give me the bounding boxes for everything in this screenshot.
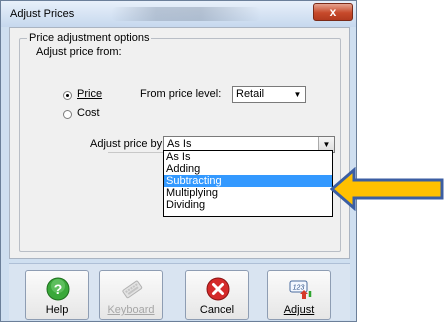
help-button[interactable]: ? Help (25, 270, 89, 320)
cancel-label: Cancel (199, 304, 235, 316)
cancel-button[interactable]: Cancel (185, 270, 249, 320)
svg-text:123: 123 (293, 285, 305, 292)
keyboard-icon (122, 280, 143, 299)
list-item[interactable]: Dividing (164, 199, 332, 211)
cost-radio[interactable] (63, 110, 72, 119)
list-item[interactable]: Multiplying (164, 187, 332, 199)
adjust-by-dropdown-list[interactable]: As Is Adding Subtracting Multiplying Div… (163, 150, 333, 217)
help-icon: ? (46, 277, 70, 301)
cost-radio-label[interactable]: Cost (77, 107, 100, 119)
from-price-level-label: From price level: (140, 88, 222, 100)
svg-text:?: ? (54, 281, 63, 297)
title-bar[interactable]: Adjust Prices x (1, 1, 356, 27)
left-arrow-pointer-icon (330, 167, 444, 211)
keyboard-button[interactable]: Keyboard (99, 270, 163, 320)
chevron-down-icon[interactable]: ▼ (290, 87, 305, 102)
adjust-from-label: Adjust price from: (36, 46, 122, 58)
keyboard-label: Keyboard (107, 304, 155, 316)
adjust-button[interactable]: 123 Adjust (267, 270, 331, 320)
price-radio[interactable] (63, 91, 72, 100)
list-item[interactable]: Adding (164, 163, 332, 175)
adjust-by-label: Adjust price by: (90, 138, 166, 150)
adjust-label: Adjust (283, 304, 315, 316)
adjust-prices-dialog: Adjust Prices x Price adjustment options… (0, 0, 357, 322)
cancel-icon (206, 277, 230, 301)
list-item[interactable]: As Is (164, 151, 332, 163)
group-legend: Price adjustment options (27, 32, 152, 44)
price-level-value: Retail (236, 88, 265, 100)
window-title: Adjust Prices (10, 8, 75, 20)
close-button[interactable]: x (313, 3, 353, 21)
title-bar-blur (111, 7, 261, 21)
adjust-icon: 123 (289, 280, 312, 299)
help-label: Help (45, 304, 69, 316)
adjust-by-value: As Is (167, 138, 192, 150)
dialog-body: Price adjustment options Adjust price fr… (9, 27, 350, 259)
price-level-select[interactable]: Retail ▼ (232, 86, 306, 103)
toolbar: ? Help Keyboard Cancel 123 Adjust (9, 263, 350, 320)
list-item[interactable]: Subtracting (164, 175, 332, 187)
close-icon: x (329, 5, 337, 19)
price-radio-label[interactable]: Price (77, 88, 102, 100)
